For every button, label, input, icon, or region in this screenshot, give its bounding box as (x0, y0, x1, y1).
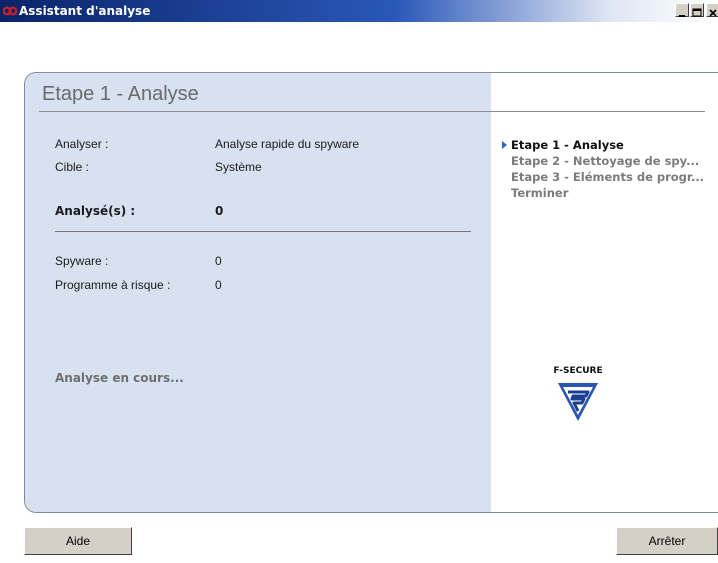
risk-program-value: 0 (215, 278, 222, 292)
maximize-icon (692, 8, 702, 17)
cible-label: Cible : (55, 160, 90, 174)
analysed-count-label: Analysé(s) : (55, 204, 136, 218)
step-label: Etape 2 - Nettoyage de spy... (511, 154, 700, 168)
title-divider (39, 111, 705, 112)
step-item-nettoyage: Etape 2 - Nettoyage de spy... (501, 153, 717, 169)
scan-status-text: Analyse en cours... (55, 371, 184, 385)
spyware-value: 0 (215, 254, 222, 268)
logo-wordmark: F-SECURE (553, 366, 603, 376)
step-item-elements: Etape 3 - Eléments de progr... (501, 169, 717, 185)
cible-value: Système (215, 160, 262, 174)
steps-sidebar: Etape 1 - Analyse Etape 2 - Nettoyage de… (491, 73, 718, 512)
analyser-label: Analyser : (55, 137, 109, 151)
summary-divider (55, 231, 471, 232)
f-secure-logo: F-SECURE (538, 366, 628, 436)
step-label: Etape 1 - Analyse (511, 138, 624, 152)
f-secure-emblem-icon (558, 383, 598, 421)
analyser-value: Analyse rapide du spyware (215, 137, 360, 151)
step-item-analyse: Etape 1 - Analyse (501, 137, 717, 153)
page-title: Etape 1 - Analyse (42, 83, 199, 105)
wizard-panel: Etape 1 - Analyse Analyser : Analyse rap… (24, 72, 718, 513)
scan-details-panel: Etape 1 - Analyse Analyser : Analyse rap… (25, 73, 491, 512)
window-title: Assistant d'analyse (19, 4, 151, 18)
step-label: Etape 3 - Eléments de progr... (511, 170, 705, 184)
step-item-terminer: Terminer (501, 185, 717, 201)
analysed-count-value: 0 (215, 204, 224, 218)
step-label: Terminer (511, 186, 569, 200)
help-button[interactable]: Aide (24, 527, 132, 555)
wizard-window: Etape 1 - Analyse Analyser : Analyse rap… (0, 22, 718, 563)
close-button[interactable] (706, 3, 718, 17)
f-secure-infinity-icon (3, 6, 17, 16)
risk-program-label: Programme à risque : (55, 278, 171, 292)
steps-list: Etape 1 - Analyse Etape 2 - Nettoyage de… (501, 137, 717, 201)
maximize-button[interactable] (690, 3, 704, 17)
current-step-arrow-icon (502, 141, 507, 149)
spyware-label: Spyware : (55, 254, 109, 268)
title-bar[interactable]: Assistant d'analyse (0, 0, 718, 22)
minimize-button[interactable] (675, 3, 689, 17)
close-icon (709, 9, 717, 17)
minimize-icon (679, 15, 685, 17)
stop-button[interactable]: Arrêter (616, 527, 718, 555)
